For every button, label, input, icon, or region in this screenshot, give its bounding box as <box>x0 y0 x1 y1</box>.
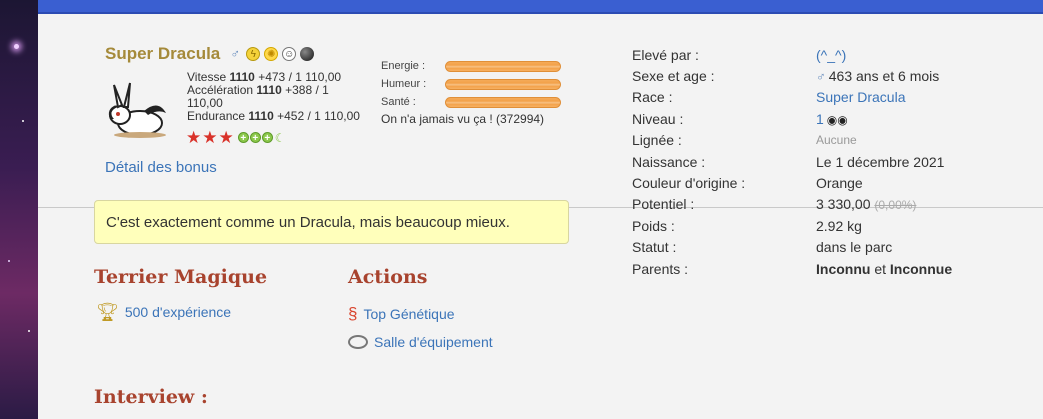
actions-title: Actions <box>348 266 428 288</box>
energie-bar <box>445 60 561 72</box>
star-icon: ★ <box>186 128 202 147</box>
info-row-potentiel: Potentiel : 3 330,00 (0,00%) <box>632 196 917 213</box>
dna-icon: § <box>348 304 358 323</box>
star-icon: ★ <box>202 128 218 147</box>
binoculars-icon: ◉◉ <box>826 112 848 127</box>
sante-bar <box>445 96 561 108</box>
info-row-eleve: Elevé par : (^_^) <box>632 46 847 63</box>
bolt-badge-icon[interactable]: ϟ <box>246 47 261 61</box>
bar-humeur: Humeur : <box>381 75 571 93</box>
bar-energie: Energie : <box>381 57 571 75</box>
top-genetique-link[interactable]: § Top Génétique <box>348 305 455 322</box>
hero-name-row: Super Dracula ♂ ϟ ✺ ☺ <box>105 44 315 64</box>
main-panel: Super Dracula ♂ ϟ ✺ ☺ Vitesse 1110 +473 … <box>38 14 1043 419</box>
info-row-lignee: Lignée : Aucune <box>632 132 857 149</box>
breeder-link[interactable]: (^_^) <box>816 47 846 63</box>
info-row-couleur: Couleur d'origine : Orange <box>632 175 863 192</box>
ball-badge-icon[interactable] <box>300 47 315 61</box>
info-row-poids: Poids : 2.92 kg <box>632 217 862 234</box>
rating-stars: ★ ★ ★ + + + ☾ <box>186 129 286 146</box>
reputation-text: On n'a jamais vu ça ! (372994) <box>381 112 545 126</box>
ring-icon <box>348 335 368 349</box>
info-row-naissance: Naissance : Le 1 décembre 2021 <box>632 153 945 170</box>
star-decoration <box>28 330 30 332</box>
info-row-statut: Statut : dans le parc <box>632 239 893 256</box>
top-nav-bar <box>38 0 1043 14</box>
face-badge-icon[interactable]: ☺ <box>282 47 297 61</box>
star-icon: ★ <box>218 128 234 147</box>
info-table: Elevé par : (^_^) Sexe et age : ♂ 463 ans… <box>632 44 952 279</box>
stat-endurance: Endurance 1110 +452 / 1 110,00 <box>187 109 360 123</box>
space-background <box>0 0 38 419</box>
bonus-slots: + + + ☾ <box>237 130 286 145</box>
trophy-icon: 🏆︎ <box>96 302 119 322</box>
description-quote: C'est exactement comme un Dracula, mais … <box>94 200 569 244</box>
male-gender-icon: ♂ <box>230 46 241 61</box>
star-decoration <box>8 260 10 262</box>
interview-title: Interview : <box>94 386 208 408</box>
hero-name: Super Dracula <box>105 44 221 63</box>
male-gender-icon: ♂ <box>816 69 826 85</box>
stat-acceleration: Accélération 1110 +388 / 1 110,00 <box>187 83 329 110</box>
plus-icon[interactable]: + <box>249 131 261 144</box>
plus-icon[interactable]: + <box>237 131 249 144</box>
info-row-niveau: Niveau : 1 ◉◉ <box>632 110 848 127</box>
sun-badge-icon[interactable]: ✺ <box>264 47 279 61</box>
hero-stats: Vitesse 1110 +473 / 1 110,00 Accélératio… <box>187 71 367 123</box>
race-link[interactable]: Super Dracula <box>816 89 906 105</box>
niveau-link[interactable]: 1 ◉◉ <box>816 111 848 127</box>
status-bars: Energie : Humeur : Santé : <box>381 57 571 111</box>
crescent-icon: ☾ <box>274 130 286 145</box>
terrier-title: Terrier Magique <box>94 266 268 288</box>
experience-link[interactable]: 🏆︎ 500 d'expérience <box>96 303 231 321</box>
salle-equipement-link[interactable]: Salle d'équipement <box>348 334 493 350</box>
humeur-bar <box>445 78 561 90</box>
info-row-parents: Parents : Inconnu et Inconnue <box>632 260 953 277</box>
info-row-race: Race : Super Dracula <box>632 89 906 106</box>
rabbit-avatar[interactable] <box>104 79 170 139</box>
star-decoration <box>22 120 24 122</box>
bar-sante: Santé : <box>381 93 571 111</box>
info-row-sexe: Sexe et age : ♂ 463 ans et 6 mois <box>632 68 940 85</box>
plus-icon[interactable]: + <box>261 131 273 144</box>
bonus-detail-link[interactable]: Détail des bonus <box>105 159 217 176</box>
